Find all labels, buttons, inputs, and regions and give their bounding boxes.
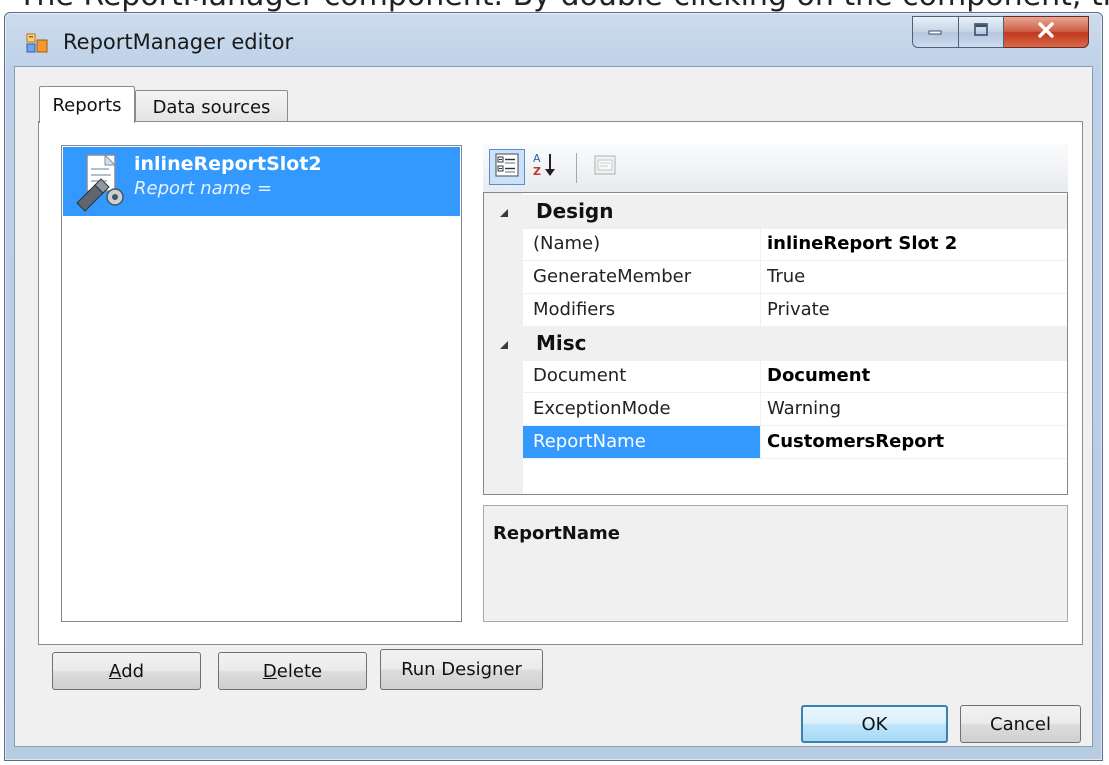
caption-buttons (912, 16, 1089, 50)
maximize-icon (972, 22, 990, 43)
window-title: ReportManager editor (63, 30, 294, 54)
property-row-exception-mode[interactable]: ExceptionMode Warning (523, 393, 1067, 426)
property-value[interactable]: inlineReport Slot 2 (767, 228, 957, 260)
category-design[interactable]: Design (484, 195, 1067, 229)
property-help-pane: ReportName (483, 505, 1068, 622)
property-name: Modifiers (523, 294, 761, 326)
property-grid[interactable]: Design (Name) inlineReport Slot 2 Genera… (483, 192, 1068, 495)
cancel-button[interactable]: Cancel (960, 705, 1081, 743)
property-row-report-name[interactable]: ReportName CustomersReport (523, 426, 1067, 459)
svg-text:A: A (533, 152, 541, 165)
add-button-mnemonic: A (108, 660, 122, 682)
property-row-modifiers[interactable]: Modifiers Private (523, 294, 1067, 327)
property-grid-toolbar: A Z (483, 144, 1068, 192)
property-row-generate-member[interactable]: GenerateMember True (523, 261, 1067, 294)
close-button[interactable] (1004, 16, 1089, 48)
property-row-name[interactable]: (Name) inlineReport Slot 2 (523, 228, 1067, 261)
alphabetical-sort-icon: A Z (530, 150, 560, 185)
svg-text:Z: Z (533, 165, 541, 178)
property-name: Document (523, 360, 761, 392)
dialog-client-area: Reports Data sources inlineReportSlot2 R… (14, 66, 1093, 747)
property-name-selected: ReportName (523, 426, 761, 458)
property-name: ExceptionMode (523, 393, 761, 425)
report-item-subtitle: Report name = (134, 178, 273, 199)
report-item-title: inlineReportSlot2 (134, 153, 322, 175)
categorized-view-button[interactable] (489, 149, 525, 185)
add-button-label: dd (121, 660, 145, 682)
property-value[interactable]: True (767, 261, 805, 293)
run-designer-label: Run Designer (401, 659, 522, 680)
category-design-label: Design (536, 199, 614, 223)
property-pages-button[interactable] (587, 149, 623, 185)
add-button[interactable]: Add (52, 652, 201, 690)
report-component-icon (71, 153, 129, 213)
report-list-item[interactable]: inlineReportSlot2 Report name = (63, 147, 460, 216)
delete-button-label: elete (276, 660, 323, 682)
property-name: (Name) (523, 228, 761, 260)
tab-data-sources-label: Data sources (152, 97, 271, 118)
cancel-label: Cancel (990, 713, 1051, 735)
alphabetical-sort-button[interactable]: A Z (527, 149, 563, 185)
title-bar[interactable]: ReportManager editor (5, 13, 1102, 65)
delete-button[interactable]: Delete (218, 652, 367, 690)
toolbar-separator (576, 153, 577, 183)
close-icon (1036, 21, 1056, 44)
run-designer-button[interactable]: Run Designer (380, 649, 543, 690)
ok-label: OK (861, 713, 888, 735)
category-misc[interactable]: Misc (484, 327, 1067, 361)
category-misc-label: Misc (536, 331, 587, 355)
property-row-document[interactable]: Document Document (523, 360, 1067, 393)
window-app-icon[interactable] (26, 33, 48, 53)
report-manager-editor-window: ReportManager editor Reports Data source… (4, 12, 1103, 761)
help-title: ReportName (493, 523, 620, 544)
tab-data-sources[interactable]: Data sources (135, 90, 288, 124)
reports-tab-page: inlineReportSlot2 Report name = A Z Desi… (38, 121, 1083, 645)
property-value[interactable]: Warning (767, 393, 841, 425)
maximize-button[interactable] (959, 16, 1004, 48)
property-value[interactable]: CustomersReport (767, 426, 944, 458)
property-value[interactable]: Document (767, 360, 870, 392)
delete-button-mnemonic: D (262, 660, 277, 682)
tab-reports-label: Reports (52, 94, 122, 116)
minimize-icon (927, 23, 945, 41)
ok-button[interactable]: OK (801, 705, 948, 743)
property-name: GenerateMember (523, 261, 761, 293)
property-pages-icon (592, 152, 618, 183)
property-value[interactable]: Private (767, 294, 830, 326)
tab-reports[interactable]: Reports (39, 86, 135, 123)
report-list[interactable]: inlineReportSlot2 Report name = (61, 145, 462, 622)
categorized-view-icon (494, 152, 520, 183)
minimize-button[interactable] (912, 16, 959, 48)
